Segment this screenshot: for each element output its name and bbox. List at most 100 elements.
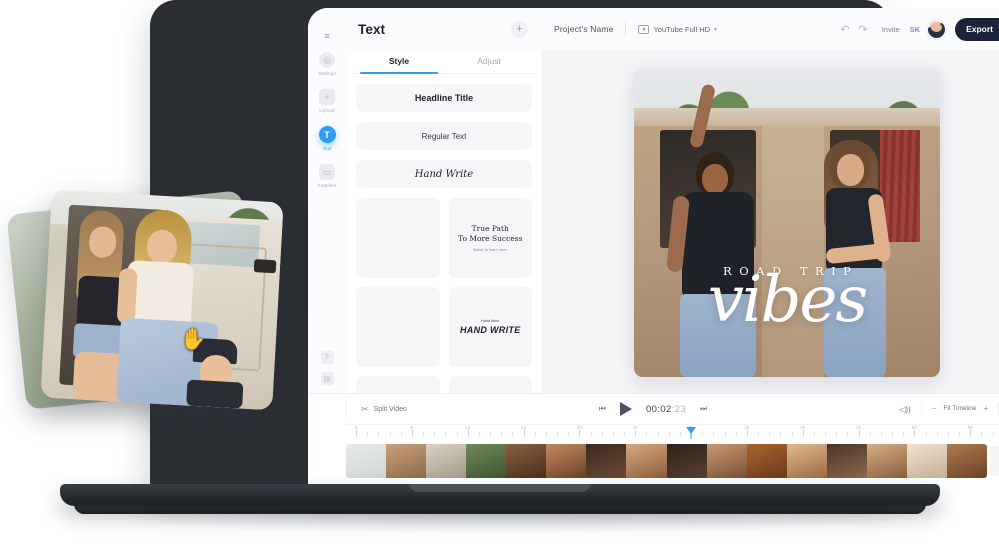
ruler-minor-tick [456,432,458,436]
style-hand-write[interactable]: Hand Write [356,160,532,188]
clip-thumbnail [786,443,827,478]
project-name[interactable]: Project's Name [554,24,613,34]
template-card-true-path[interactable]: True Path To More Success Watch to learn… [448,198,532,278]
clip-thumbnail [706,443,747,478]
clip-thumbnail [626,443,667,478]
style-label: Hand Write [414,168,474,180]
template-card-hand-write[interactable]: Hand Write HAND WRITE [448,287,532,367]
clip-thumbnail [386,443,427,478]
clip-thumbnail [666,443,707,478]
panel-content: Headline Title Regular Text Hand Write T… [346,74,542,393]
add-clip-button[interactable]: + [990,445,999,476]
video-canvas[interactable]: ROAD TRIP vibes [634,68,940,377]
ruler-minor-tick [534,432,536,436]
settings-icon: ◎ [319,52,335,68]
ruler-tick [411,430,413,436]
export-button[interactable]: Export ⤴ [955,17,999,41]
avatar[interactable] [927,19,947,39]
page-title: Text [358,21,386,37]
template-card[interactable] [356,376,440,393]
sidebar-item-text[interactable]: T Text [318,126,336,151]
ruler-minor-tick [758,432,759,436]
ruler-minor-tick [813,432,815,436]
ruler-minor-tick [847,432,849,436]
ruler-minor-tick [557,432,558,436]
style-headline-title[interactable]: Headline Title [356,84,532,112]
style-regular-text[interactable]: Regular Text [356,122,532,150]
split-video-button[interactable]: ✂ Split Video [346,401,407,417]
tab-style[interactable]: Style [354,50,444,74]
ruler-tick-label: 15 [520,425,527,430]
volume-icon[interactable]: ◁)) [899,405,910,414]
sidebar-item-upload[interactable]: + Upload [319,89,335,113]
template-card[interactable] [448,376,532,393]
playhead[interactable] [686,427,696,434]
ruler-minor-tick [434,432,436,436]
sidebar-item-label: Subtitles [317,183,337,188]
sidebar-item-subtitles[interactable]: ▭ Subtitles [318,164,337,188]
user-initials-badge[interactable]: SK [910,25,920,34]
ruler-minor-tick [612,432,614,436]
redo-icon[interactable]: ↷ [859,23,868,36]
template-line-2: To More Success [458,234,523,243]
template-card[interactable] [356,287,440,367]
help-icon[interactable]: ? [320,351,334,364]
ruler-minor-tick [959,432,960,436]
canvas-person-2-face [837,154,864,186]
timeline: ✂ Split Video ⏮ 00:02:23 ⏭ ◁)) − Fit Tim… [308,393,999,486]
ruler-tick [356,430,357,436]
zoom-level-label[interactable]: Fit Timeline [943,402,976,416]
panel-tabs: Style Adjust [354,50,534,74]
zoom-in-button[interactable]: + [984,402,989,416]
ruler-minor-tick [724,432,726,436]
ruler-tick [467,430,469,436]
ruler-minor-tick [936,432,938,436]
text-icon: T [318,126,336,143]
ruler-tick-label: 25 [632,425,638,430]
add-text-button[interactable]: + [511,20,528,38]
next-frame-icon[interactable]: ⏭ [700,404,707,414]
video-clip[interactable] [346,443,987,478]
dragged-card-front[interactable] [40,189,284,411]
youtube-icon [638,24,650,34]
ruler-minor-tick [702,432,704,436]
template-card[interactable] [356,198,440,278]
text-panel: Style Adjust Headline Title Regular Text [346,50,542,393]
canvas-person-1-face [702,164,728,194]
clip-thumbnail [346,443,387,478]
rail-bottom-group: ? ▤ [320,351,334,393]
ruler-minor-tick [445,432,447,436]
ruler-minor-tick [869,432,871,436]
clip-thumbnail [426,443,467,478]
canvas-pillar [762,126,824,377]
zoom-out-button[interactable]: − [932,402,937,416]
timeline-right-controls: ◁)) − Fit Timeline + ∿ [899,402,999,416]
ruler-minor-tick [769,432,771,436]
clip-thumbnail [586,443,627,478]
ruler-minor-tick [378,432,380,436]
ruler-minor-tick [836,432,838,436]
dragged-media-card[interactable]: ✋ [6,189,288,414]
ruler-minor-tick [501,432,503,436]
canvas-overlay-script[interactable]: vibes [634,268,940,332]
ruler-tick-label: 55 [967,425,973,430]
ruler-tick-label: 40 [800,425,806,430]
tab-adjust[interactable]: Adjust [444,50,534,73]
prev-frame-icon[interactable]: ⏮ [599,404,606,414]
panel-header: Text + [346,20,542,38]
zoom-control-group: − Fit Timeline + [920,402,999,416]
ruler-minor-tick [791,432,793,436]
undo-icon[interactable]: ↶ [840,23,849,36]
sidebar-item-settings[interactable]: ◎ Settings [318,52,336,76]
aspect-ratio-selector[interactable]: YouTube Full HD ▾ [638,24,718,34]
ruler-minor-tick [880,432,882,436]
ruler-tick-label: 5 [410,425,414,430]
laptop-foot [74,504,926,514]
timeline-ruler[interactable]: 0 5 10 15 20 25 30 35 40 45 50 55 [346,424,999,439]
play-button[interactable] [619,402,632,416]
layers-icon[interactable]: ▤ [320,372,334,385]
clip-thumbnail [946,443,987,478]
invite-button[interactable]: Invite [882,25,900,34]
chevron-down-icon: ▾ [714,26,718,33]
menu-icon[interactable]: ≡ [308,18,346,41]
